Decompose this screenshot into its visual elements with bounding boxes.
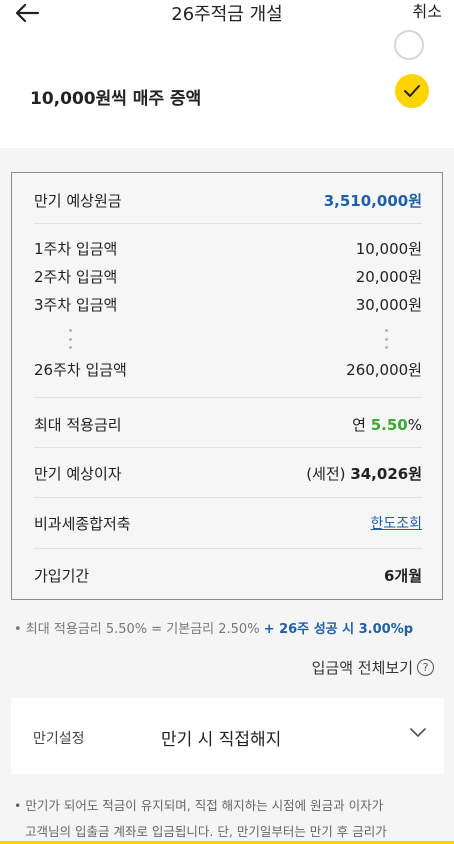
help-icon[interactable]: ? [417,659,434,676]
back-button[interactable] [12,0,42,26]
divider [34,223,422,224]
top-navigation-bar: 26주적금 개설 취소 [0,0,454,44]
rate-note-highlight: + 26주 성공 시 3.00%p [263,622,414,637]
period-row: 가입기간 6개월 [34,565,422,585]
tax-free-row: 비과세종합저축 한도조회 [34,513,422,533]
week-label: 3주차 입금액 [34,295,118,314]
maturity-setting-value: 만기 시 직접해지 [161,730,282,750]
divider [34,548,422,549]
page-title: 26주적금 개설 [171,4,283,25]
max-rate-prefix: 연 [352,415,366,434]
ellipsis-vertical-icon [384,329,388,349]
option-label: 10,000원씩 매주 증액 [30,89,202,109]
week-row: 1주차 입금액 10,000원 [34,238,422,258]
week-row: 3주차 입금액 30,000원 [34,294,422,314]
period-label: 가입기간 [34,566,90,585]
max-rate-label: 최대 적용금리 [34,415,122,434]
limit-inquiry-link[interactable]: 한도조회 [370,513,422,533]
max-rate-row: 최대 적용금리 연 5.50% [34,414,422,434]
ellipsis-vertical-icon [68,329,72,349]
maturity-setting-select[interactable]: 만기설정 만기 시 직접해지 [11,698,444,774]
divider [34,497,422,498]
week-value: 10,000원 [355,239,422,258]
check-icon [395,74,429,108]
week-value: 260,000원 [346,360,422,379]
week-value: 30,000원 [355,295,422,314]
unselected-radio-icon[interactable] [394,30,424,60]
week-row: 26주차 입금액 260,000원 [34,359,422,379]
period-value: 6개월 [383,566,422,585]
maturity-setting-label: 만기설정 [33,731,85,747]
expected-interest-row: 만기 예상이자 (세전) 34,026원 [34,463,422,483]
expected-interest-value: 34,026원 [350,464,422,483]
week-label: 1주차 입금액 [34,239,118,258]
expected-principal-label: 만기 예상원금 [34,191,122,210]
maturity-note-line: • 만기가 되어도 적금이 유지되며, 직접 해지하는 시점에 원금과 이자가 [14,798,384,813]
week-label: 2주차 입금액 [34,267,118,286]
view-all-label: 입금액 전체보기 [311,659,413,677]
divider [34,447,422,448]
expected-interest-label: 만기 예상이자 [34,464,122,483]
expected-principal-value: 3,510,000원 [323,191,422,210]
back-arrow-icon [15,3,40,23]
max-rate-number: 5.50 [370,415,408,434]
expected-interest-value-group: (세전) 34,026원 [306,463,422,484]
max-rate-suffix: % [407,415,422,434]
week-label: 26주차 입금액 [34,360,127,379]
week-value: 20,000원 [355,267,422,286]
max-rate-value: 연 5.50% [352,414,422,435]
maturity-note: • 만기가 되어도 적금이 유지되며, 직접 해지하는 시점에 원금과 이자가 … [14,793,387,844]
tax-note: (세전) [306,464,346,483]
week-row: 2주차 입금액 20,000원 [34,266,422,286]
cancel-button[interactable]: 취소 [413,0,442,22]
weekly-increase-option[interactable]: 10,000원씩 매주 증액 [0,30,454,148]
divider [34,397,422,398]
rate-note-text: • 최대 적용금리 5.50% = 기본금리 2.50% [14,622,260,637]
chevron-down-icon [410,728,426,737]
rate-note: • 최대 적용금리 5.50% = 기본금리 2.50% + 26주 성공 시 … [14,618,413,637]
savings-summary-box: 만기 예상원금 3,510,000원 1주차 입금액 10,000원 2주차 입… [11,172,443,600]
expected-principal-row: 만기 예상원금 3,510,000원 [34,190,422,210]
tax-free-label: 비과세종합저축 [34,514,131,533]
view-all-deposits-button[interactable]: 입금액 전체보기 ? [312,657,434,678]
